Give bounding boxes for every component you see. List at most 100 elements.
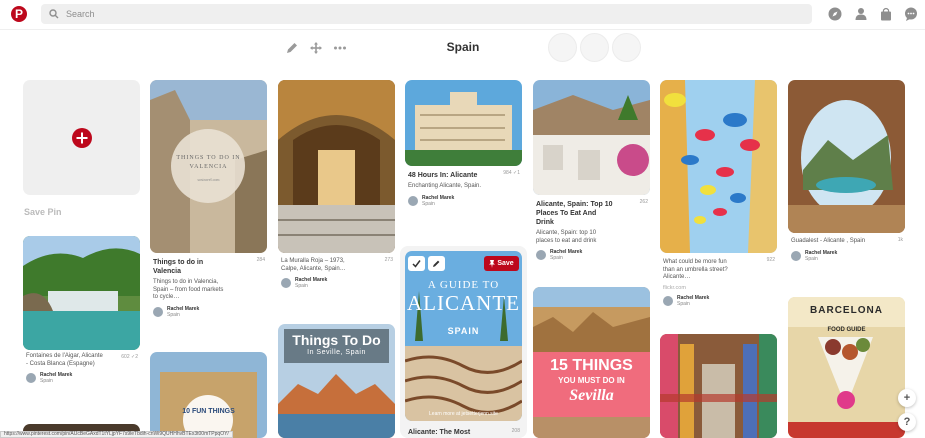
checkmark-icon [412, 260, 421, 268]
pin-source[interactable]: flickr.com [660, 285, 777, 291]
pin-barcelona[interactable]: BARCELONA FOOD GUIDE [788, 297, 905, 438]
pin-description: La Muralla Roja – 1973, Calpe, Alicante,… [281, 258, 346, 272]
overlay-line: In Seville, Spain [307, 349, 366, 356]
pin-image[interactable]: THINGS TO DO IN VALENCIA sostravel.com [150, 80, 267, 253]
top-navigation-bar: P [0, 0, 925, 30]
pin-guadalest[interactable]: 1k Guadalest - Alicante , Spain Rachel M… [788, 80, 905, 262]
pin-stats: 984 ✓1 [503, 170, 520, 176]
search-input[interactable] [66, 9, 766, 19]
pin-seville15[interactable]: 15 THINGS YOU MUST DO IN Sevilla [533, 287, 650, 438]
avatar [408, 195, 418, 206]
pinterest-logo-icon[interactable]: P [11, 6, 27, 22]
pin-attribution[interactable]: Rachel Marek Spain [660, 295, 777, 307]
pin-stats: 284 [256, 257, 265, 263]
pin-attribution[interactable]: Rachel Marek Spain [788, 250, 905, 262]
add-pin-icon[interactable] [71, 127, 92, 148]
collaborator-avatar[interactable] [580, 33, 609, 62]
overlay-line: VALENCIA [189, 164, 228, 170]
pin-image[interactable] [405, 80, 522, 166]
messages-icon[interactable] [904, 7, 918, 21]
pin-image[interactable]: Things To Do In Seville, Spain [278, 324, 395, 438]
overlay-line: 15 THINGS [550, 357, 633, 374]
board-title: Spain [446, 40, 480, 54]
select-button[interactable] [408, 256, 425, 271]
pin-description: Fontaines de l'Aigar, Alicante - Costa B… [26, 353, 103, 367]
pin-stats: 208 [511, 428, 520, 434]
shop-icon[interactable] [879, 7, 893, 21]
pin-image[interactable] [660, 334, 777, 438]
pin-attribution[interactable]: Rachel Marek Spain [533, 249, 650, 261]
add-floating-button[interactable]: + [898, 389, 916, 407]
help-floating-button[interactable]: ? [898, 413, 916, 431]
overlay-line: Things To Do [292, 332, 381, 348]
pin-image[interactable] [533, 80, 650, 195]
overlay-line: ALICANTE [407, 291, 520, 315]
board-header: Spain [0, 30, 925, 66]
pin-image[interactable]: BARCELONA FOOD GUIDE [788, 297, 905, 438]
pin-image[interactable] [660, 80, 777, 253]
save-pin-tile[interactable]: Save Pin [23, 80, 140, 217]
save-pin-label: Save Pin [24, 207, 62, 217]
avatar [536, 250, 546, 260]
pin-icon [489, 259, 496, 268]
pin-umbrella[interactable]: 922 What could be more fun than an umbre… [660, 80, 777, 307]
overlay-line: YOU MUST DO IN [558, 376, 625, 385]
pin-seville-things[interactable]: Things To Do In Seville, Spain [278, 324, 395, 438]
more-icon[interactable] [333, 41, 347, 55]
overlay-line: A GUIDE TO [427, 279, 500, 291]
pin-attribution[interactable]: Rachel Marek Spain [23, 372, 140, 384]
overlay-line: FOOD GUIDE [827, 327, 866, 333]
overlay-line: Sevilla [569, 387, 614, 404]
overlay-line: THINGS TO DO IN [176, 155, 241, 161]
search-bar[interactable] [41, 4, 812, 24]
avatar [791, 250, 801, 261]
overlay-line: SPAIN [447, 326, 480, 336]
overlay-line: 10 FUN THINGS [182, 408, 235, 415]
profile-icon[interactable] [854, 7, 868, 21]
move-icon[interactable] [309, 41, 323, 55]
pin-stats: 922 [766, 257, 775, 263]
pin-aigar[interactable]: 602 ✓2 Fontaines de l'Aigar, Alicante - … [23, 236, 140, 384]
collaborator-avatar[interactable] [612, 33, 641, 62]
pin-market[interactable] [660, 334, 777, 438]
pin-stats: 1k [897, 237, 903, 243]
collaborator-avatar[interactable] [548, 33, 577, 62]
pin-attribution[interactable]: Rachel Marek Spain [405, 195, 522, 207]
pin-image[interactable] [278, 80, 395, 253]
pin-image[interactable]: 10 FUN THINGS [150, 352, 267, 438]
avatar [153, 306, 163, 317]
pin-stats: 262 [639, 199, 648, 205]
overlay-foot: Learn more at jetsetterjenn.site [429, 411, 498, 417]
save-pin-card[interactable] [23, 80, 140, 195]
pin-attribution[interactable]: Rachel Marek Spain [278, 277, 395, 289]
browser-status-url: https://www.pinterest.com/pin/AUcBeGAxdT… [0, 431, 233, 438]
pin-description: Alicante, Spain: top 10 places to eat an… [536, 230, 597, 244]
save-button[interactable]: Save [484, 256, 519, 271]
pin-attribution[interactable]: Rachel Marek Spain [150, 306, 267, 318]
pin-image[interactable] [23, 236, 140, 350]
pin-image[interactable]: A GUIDE TO ALICANTE SPAIN Learn more at … [405, 251, 522, 421]
pin-valencia10[interactable]: 10 FUN THINGS [150, 352, 267, 438]
pin-image[interactable]: 15 THINGS YOU MUST DO IN Sevilla [533, 287, 650, 438]
pin-stats: 602 ✓2 [121, 354, 138, 360]
pin-description: Enchanting Alicante, Spain. [408, 183, 482, 189]
avatar [663, 295, 673, 306]
edit-pin-button[interactable] [428, 256, 445, 271]
pin-alicante-top10[interactable]: 262 Alicante, Spain: Top 10 Places To Ea… [533, 80, 650, 261]
pin-description: Guadalest - Alicante , Spain [791, 238, 866, 244]
search-icon [49, 9, 59, 19]
pin-title: Alicante: The Most [408, 429, 471, 436]
pin-muralla[interactable]: 273 La Muralla Roja – 1973, Calpe, Alica… [278, 80, 395, 289]
pin-valencia-things[interactable]: THINGS TO DO IN VALENCIA sostravel.com 2… [150, 80, 267, 318]
pin-stats: 273 [384, 257, 393, 263]
pin-description: What could be more fun than an umbrella … [663, 259, 728, 280]
avatar [281, 278, 291, 288]
pin-image[interactable] [788, 80, 905, 233]
pin-title: Alicante, Spain: Top 10 Places To Eat An… [536, 201, 613, 226]
pin-alicante-guide-hovered[interactable]: A GUIDE TO ALICANTE SPAIN Learn more at … [400, 246, 527, 438]
explore-icon[interactable] [828, 7, 842, 21]
pin-alicante48[interactable]: 984 ✓1 48 Hours In: Alicante Enchanting … [405, 80, 522, 207]
pin-title: 48 Hours In: Alicante [408, 172, 478, 179]
edit-icon[interactable] [285, 41, 299, 55]
pencil-icon [433, 260, 440, 267]
